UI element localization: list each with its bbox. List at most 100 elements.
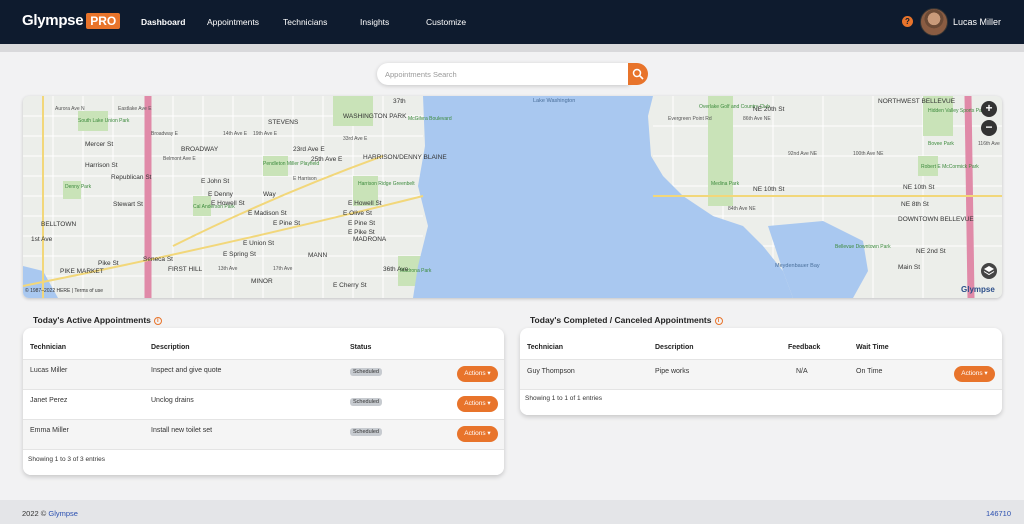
nav-insights[interactable]: Insights bbox=[360, 17, 389, 27]
actions-button[interactable]: Actions ▾ bbox=[954, 366, 995, 382]
col-description[interactable]: Description bbox=[151, 344, 190, 351]
map-label-belmont: Belmont Ave E bbox=[163, 156, 196, 162]
map-label-downtown-bellevue: DOWNTOWN BELLEVUE bbox=[898, 216, 974, 223]
map-label-1st-ave: 1st Ave bbox=[31, 236, 53, 243]
table-row: Emma Miller Install new toilet set Sched… bbox=[23, 419, 504, 449]
map-label-ne-10th-east: NE 10th St bbox=[903, 184, 935, 191]
completed-title: Today's Completed / Canceled Appointment… bbox=[530, 315, 723, 325]
col-technician[interactable]: Technician bbox=[527, 344, 563, 351]
map-label-harrison: HARRISON/DENNY BLAINE bbox=[363, 154, 447, 161]
status-badge: Scheduled bbox=[350, 428, 382, 436]
wait-time-cell: On Time bbox=[856, 368, 883, 375]
map-label-seneca: Seneca St bbox=[143, 256, 173, 263]
technician-cell: Guy Thompson bbox=[527, 368, 575, 375]
map-label-e-pike: E Pike St bbox=[348, 229, 375, 236]
entries-count: Showing 1 to 3 of 3 entries bbox=[28, 456, 105, 463]
entries-count: Showing 1 to 1 of 1 entries bbox=[525, 395, 602, 402]
info-icon[interactable]: i bbox=[714, 317, 723, 325]
map-watermark: Glympse bbox=[961, 285, 995, 294]
map-view[interactable]: Lake Washington MADRONA BROADWAY STEVENS… bbox=[23, 96, 1002, 298]
search-button[interactable] bbox=[628, 63, 648, 85]
table-row: Janet Perez Unclog drains Scheduled Acti… bbox=[23, 389, 504, 419]
map-label-northwest-bellevue: NORTHWEST BELLEVUE bbox=[878, 98, 956, 105]
zoom-in-button[interactable]: + bbox=[981, 101, 997, 117]
active-title-text: Today's Active Appointments bbox=[33, 315, 151, 325]
map-label-e-union: E Union St bbox=[243, 240, 275, 247]
map-label-13th: 13th Ave bbox=[218, 266, 238, 272]
search-input[interactable] bbox=[377, 63, 629, 85]
map-label-main-st: Main St bbox=[898, 264, 921, 271]
logo-pro-badge: PRO bbox=[86, 12, 121, 29]
nav-appointments[interactable]: Appointments bbox=[207, 17, 259, 27]
col-technician[interactable]: Technician bbox=[30, 344, 66, 351]
actions-button[interactable]: Actions ▾ bbox=[457, 426, 498, 442]
map-label-washington-park: WASHINGTON PARK bbox=[343, 113, 407, 120]
map-label-e-spring: E Spring St bbox=[223, 251, 256, 258]
map-label-19th: 19th Ave E bbox=[253, 131, 278, 137]
feedback-cell: N/A bbox=[796, 368, 808, 375]
map-label-33rd: 33rd Ave E bbox=[343, 136, 368, 142]
logo-text: Glympse bbox=[22, 12, 84, 29]
map-label-36th: 36th Ave bbox=[383, 266, 409, 273]
table-row: Guy Thompson Pipe works N/A On Time Acti… bbox=[520, 359, 1002, 389]
map-label-republican: Republican St bbox=[111, 174, 152, 181]
map-label-denny-park: Denny Park bbox=[65, 184, 92, 190]
map-label-ne-20th: NE 20th St bbox=[753, 106, 785, 113]
zoom-out-button[interactable]: − bbox=[981, 120, 997, 136]
map-label-14th: 14th Ave E bbox=[223, 131, 248, 137]
map-label-23rd: 23rd Ave E bbox=[293, 146, 325, 153]
brand-link[interactable]: Glympse bbox=[48, 509, 78, 518]
layers-icon[interactable] bbox=[981, 263, 997, 279]
col-wait-time[interactable]: Wait Time bbox=[856, 344, 889, 351]
map-copyright[interactable]: © 1987–2022 HERE | Terms of use bbox=[25, 288, 103, 294]
table-footer: Showing 1 to 1 of 1 entries bbox=[520, 389, 1002, 415]
map-label-bovee: Bovee Park bbox=[928, 141, 954, 147]
top-nav-bar: Glympse PRO Dashboard Appointments Techn… bbox=[0, 0, 1024, 44]
copyright-year: 2022 © bbox=[22, 509, 47, 518]
map-label-broadway: BROADWAY bbox=[181, 146, 219, 153]
description-cell: Install new toilet set bbox=[151, 427, 213, 434]
technician-cell: Lucas Miller bbox=[30, 367, 68, 374]
map-label-e-pine-2: E Pine St bbox=[348, 220, 376, 227]
table-footer: Showing 1 to 3 of 3 entries bbox=[23, 449, 504, 475]
map-label-ne-10th: NE 10th St bbox=[753, 186, 785, 193]
search-icon bbox=[632, 68, 644, 80]
description-cell: Pipe works bbox=[655, 368, 690, 375]
map-label-pike-market: PIKE MARKET bbox=[60, 268, 104, 275]
active-appointments-panel: Technician Description Status Lucas Mill… bbox=[23, 328, 504, 475]
map-label-84th: 84th Ave NE bbox=[728, 206, 756, 212]
map-label-e-olive: E Olive St bbox=[343, 210, 372, 217]
map-label-e-cherry: E Cherry St bbox=[333, 282, 367, 289]
col-feedback[interactable]: Feedback bbox=[788, 344, 820, 351]
info-icon[interactable]: i bbox=[153, 317, 162, 325]
map-label-pike-st: Pike St bbox=[98, 260, 119, 267]
map-label-harrison-ridge: Harrison Ridge Greenbelt bbox=[358, 181, 415, 187]
nav-technicians[interactable]: Technicians bbox=[283, 17, 327, 27]
map-label-37th: 37th bbox=[393, 98, 406, 105]
map-label-meydenbauer: Meydenbauer Bay bbox=[775, 263, 820, 269]
map-label-ne-2nd: NE 2nd St bbox=[916, 248, 946, 255]
nav-customize[interactable]: Customize bbox=[426, 17, 466, 27]
map-label-86th: 86th Ave NE bbox=[743, 116, 771, 122]
map-label-e-harrison: E Harrison bbox=[293, 176, 317, 182]
col-status[interactable]: Status bbox=[350, 344, 371, 351]
app-logo[interactable]: Glympse PRO bbox=[22, 12, 121, 29]
map-label-25th: 25th Ave E bbox=[311, 156, 343, 163]
col-description[interactable]: Description bbox=[655, 344, 694, 351]
description-cell: Unclog drains bbox=[151, 397, 194, 404]
map-label-ne-8th: NE 8th St bbox=[901, 201, 929, 208]
map-label-mann: MANN bbox=[308, 252, 328, 259]
map-label-17th: 17th Ave bbox=[273, 266, 293, 272]
nav-dashboard[interactable]: Dashboard bbox=[141, 17, 185, 27]
map-label-stewart: Stewart St bbox=[113, 201, 143, 208]
user-avatar[interactable] bbox=[920, 8, 948, 36]
help-icon[interactable]: ? bbox=[902, 16, 913, 27]
actions-button[interactable]: Actions ▾ bbox=[457, 366, 498, 382]
user-name[interactable]: Lucas Miller bbox=[953, 17, 1001, 27]
map-label-e-denny: E Denny bbox=[208, 191, 233, 198]
map-label-medina-park: Medina Park bbox=[711, 181, 740, 187]
actions-button[interactable]: Actions ▾ bbox=[457, 396, 498, 412]
map-label-harrison-st: Harrison St bbox=[85, 162, 118, 169]
map-label-south-lake-union: South Lake Union Park bbox=[78, 118, 130, 124]
description-cell: Inspect and give quote bbox=[151, 367, 222, 374]
